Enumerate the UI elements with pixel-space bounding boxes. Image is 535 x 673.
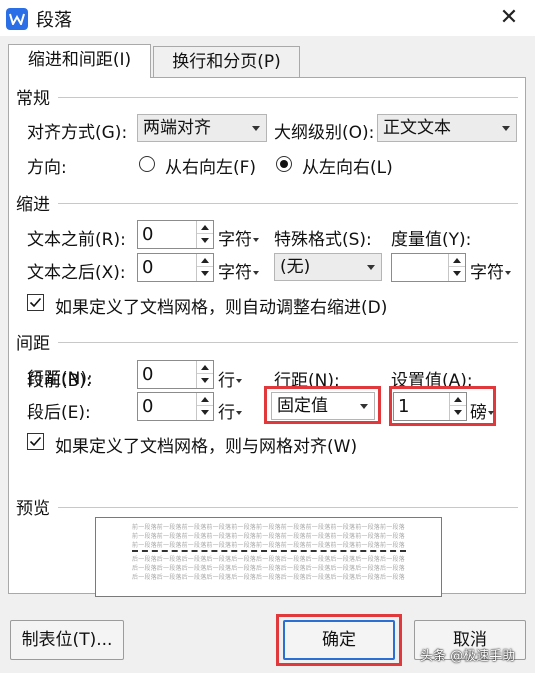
chevron-down-icon (505, 271, 511, 275)
preview-prev-line: 前一段落前一段落前一段落前一段落前一段落前一段落前一段落前一段落前一段落前一段落… (132, 542, 405, 549)
space-before-stepper[interactable]: 0 (137, 360, 214, 389)
measure-stepper[interactable] (391, 253, 466, 282)
direction-ltr-radio[interactable] (276, 156, 292, 172)
stepper-down-icon[interactable] (197, 374, 213, 387)
section-general-heading: 常规 (16, 89, 50, 109)
preview-next-line: 后一段落后一段落后一段落后一段落后一段落后一段落后一段落后一段落后一段落后一段落… (132, 574, 405, 581)
stepper-up-icon[interactable] (450, 393, 466, 406)
space-before-unit-select[interactable]: 行 (218, 366, 242, 391)
direction-ltr-label[interactable]: 从左向右(L) (302, 153, 393, 178)
space-after-stepper[interactable]: 0 (137, 392, 214, 421)
stepper-up-icon[interactable] (197, 361, 213, 374)
direction-label: 方向: (27, 158, 67, 178)
auto-adjust-checkbox[interactable] (27, 294, 44, 311)
wps-writer-icon (6, 8, 28, 30)
space-before-value: 0 (142, 364, 154, 385)
section-indent-heading: 缩进 (16, 195, 50, 215)
chevron-down-icon (488, 411, 494, 415)
stepper-down-icon[interactable] (197, 267, 213, 280)
divider (58, 203, 518, 204)
checkmark-icon (29, 297, 42, 308)
line-spacing-value: 固定值 (277, 396, 328, 416)
special-format-label: 特殊格式(S): (274, 230, 372, 250)
special-format-value: (无) (280, 257, 311, 277)
indent-before-value: 0 (142, 224, 154, 245)
tabs-button[interactable]: 制表位(T)... (10, 620, 124, 660)
chevron-down-icon (253, 271, 259, 275)
setting-value: 1 (398, 396, 410, 417)
chevron-down-icon (502, 126, 510, 131)
direction-rtl-radio[interactable] (139, 156, 155, 172)
chevron-down-icon (236, 411, 242, 415)
stepper-up-icon[interactable] (197, 221, 213, 234)
grid-align-label[interactable]: 如果定义了文档网格，则与网格对齐(W) (55, 432, 357, 457)
chevron-down-icon (360, 404, 368, 409)
stepper-up-icon[interactable] (197, 393, 213, 406)
close-icon: ✕ (499, 5, 519, 30)
outline-level-select[interactable]: 正文文本 (377, 114, 517, 142)
checkmark-icon (29, 436, 42, 447)
preview-current-paragraph (132, 550, 406, 552)
tab-indent-spacing[interactable]: 缩进和间距(I) (8, 44, 151, 78)
direction-rtl-label[interactable]: 从右向左(F) (165, 153, 256, 178)
stepper-down-icon[interactable] (449, 267, 465, 280)
indent-before-stepper[interactable]: 0 (137, 220, 214, 249)
stepper-up-icon[interactable] (449, 254, 465, 267)
window-title: 段落 (36, 10, 72, 31)
alignment-value: 两端对齐 (143, 118, 211, 138)
stepper-down-icon[interactable] (197, 406, 213, 419)
indent-after-stepper[interactable]: 0 (137, 253, 214, 282)
setting-value-stepper[interactable]: 1 (393, 392, 467, 421)
preview-prev-line: 前一段落前一段落前一段落前一段落前一段落前一段落前一段落前一段落前一段落前一段落… (132, 533, 405, 540)
alignment-select[interactable]: 两端对齐 (137, 114, 267, 142)
section-spacing-heading: 间距 (16, 334, 50, 354)
alignment-label: 对齐方式(G): (27, 123, 128, 143)
chevron-down-icon (252, 126, 260, 131)
line-spacing-select[interactable]: 固定值 (271, 392, 375, 420)
divider (58, 507, 518, 508)
outline-level-label: 大纲级别(O): (274, 123, 375, 143)
divider (58, 97, 518, 98)
preview-prev-line: 前一段落前一段落前一段落前一段落前一段落前一段落前一段落前一段落前一段落前一段落… (132, 524, 405, 531)
grid-align-checkbox[interactable] (27, 433, 44, 450)
stepper-down-icon[interactable] (197, 234, 213, 247)
section-preview-heading: 预览 (16, 499, 50, 519)
measure-unit-select[interactable]: 字符 (470, 258, 511, 283)
special-format-select[interactable]: (无) (274, 253, 382, 281)
stepper-up-icon[interactable] (197, 254, 213, 267)
auto-adjust-label[interactable]: 如果定义了文档网格，则自动调整右缩进(D) (55, 293, 387, 318)
close-button[interactable]: ✕ (492, 4, 526, 32)
space-after-unit-select[interactable]: 行 (218, 398, 242, 423)
chevron-down-icon (253, 238, 259, 242)
indent-before-label: 文本之前(R): (27, 230, 126, 250)
stepper-down-icon[interactable] (450, 406, 466, 419)
measure-label: 度量值(Y): (391, 230, 472, 250)
divider (58, 342, 518, 343)
paragraph-preview: 前一段落前一段落前一段落前一段落前一段落前一段落前一段落前一段落前一段落前一段落… (95, 517, 442, 597)
indent-after-value: 0 (142, 257, 154, 278)
chevron-down-icon (236, 379, 242, 383)
outline-level-value: 正文文本 (383, 118, 451, 138)
space-after-label: 段后(E): (27, 403, 91, 423)
space-after-value: 0 (142, 396, 154, 417)
space-before-label: 段前(B): (27, 371, 92, 391)
chevron-down-icon (367, 265, 375, 270)
tab-line-page-breaks[interactable]: 换行和分页(P) (153, 46, 300, 79)
ok-button[interactable]: 确定 (283, 620, 395, 660)
preview-next-line: 后一段落后一段落后一段落后一段落后一段落后一段落后一段落后一段落后一段落后一段落… (132, 556, 405, 563)
watermark: 头条 @极速手助 (420, 649, 516, 664)
indent-after-label: 文本之后(X): (27, 263, 126, 283)
title-bar: 段落 ✕ (0, 0, 535, 36)
indent-after-unit-select[interactable]: 字符 (218, 258, 259, 283)
indent-before-unit-select[interactable]: 字符 (218, 225, 259, 250)
preview-next-line: 后一段落后一段落后一段落后一段落后一段落后一段落后一段落后一段落后一段落后一段落… (132, 565, 405, 572)
setting-unit-select[interactable]: 磅 (470, 398, 494, 423)
